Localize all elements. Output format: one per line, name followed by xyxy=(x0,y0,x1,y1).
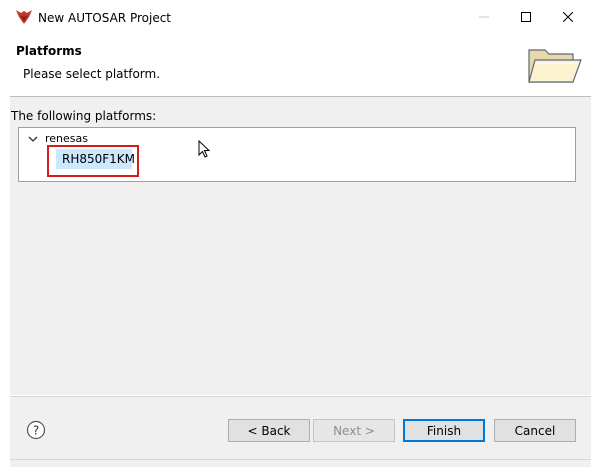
next-button[interactable]: Next > xyxy=(313,419,395,442)
page-title: Platforms xyxy=(16,44,82,58)
folder-icon xyxy=(528,49,582,83)
mouse-cursor-icon xyxy=(198,140,211,158)
maximize-icon xyxy=(521,12,531,22)
help-icon[interactable]: ? xyxy=(26,420,46,440)
close-icon xyxy=(563,12,573,22)
window-title: New AUTOSAR Project xyxy=(38,11,172,25)
finish-button[interactable]: Finish xyxy=(403,419,485,442)
maximize-button[interactable] xyxy=(503,0,549,34)
tree-node-rh850f1km[interactable]: RH850F1KM xyxy=(56,149,135,169)
footer-bottom-line xyxy=(10,459,591,460)
platforms-label: The following platforms: xyxy=(11,109,157,123)
cancel-button[interactable]: Cancel xyxy=(494,419,576,442)
wizard-header: Platforms Please select platform. xyxy=(10,34,591,96)
platform-tree[interactable]: renesas RH850F1KM xyxy=(18,127,576,182)
back-button[interactable]: < Back xyxy=(228,419,310,442)
svg-text:?: ? xyxy=(33,424,39,438)
tree-node-renesas[interactable]: renesas xyxy=(45,132,88,146)
title-bar: New AUTOSAR Project xyxy=(0,0,591,34)
close-button[interactable] xyxy=(545,0,591,34)
minimize-icon xyxy=(479,16,489,18)
page-description: Please select platform. xyxy=(23,67,161,81)
chevron-down-icon[interactable] xyxy=(28,134,38,144)
minimize-button[interactable] xyxy=(461,0,507,34)
autosar-app-icon xyxy=(16,10,32,24)
